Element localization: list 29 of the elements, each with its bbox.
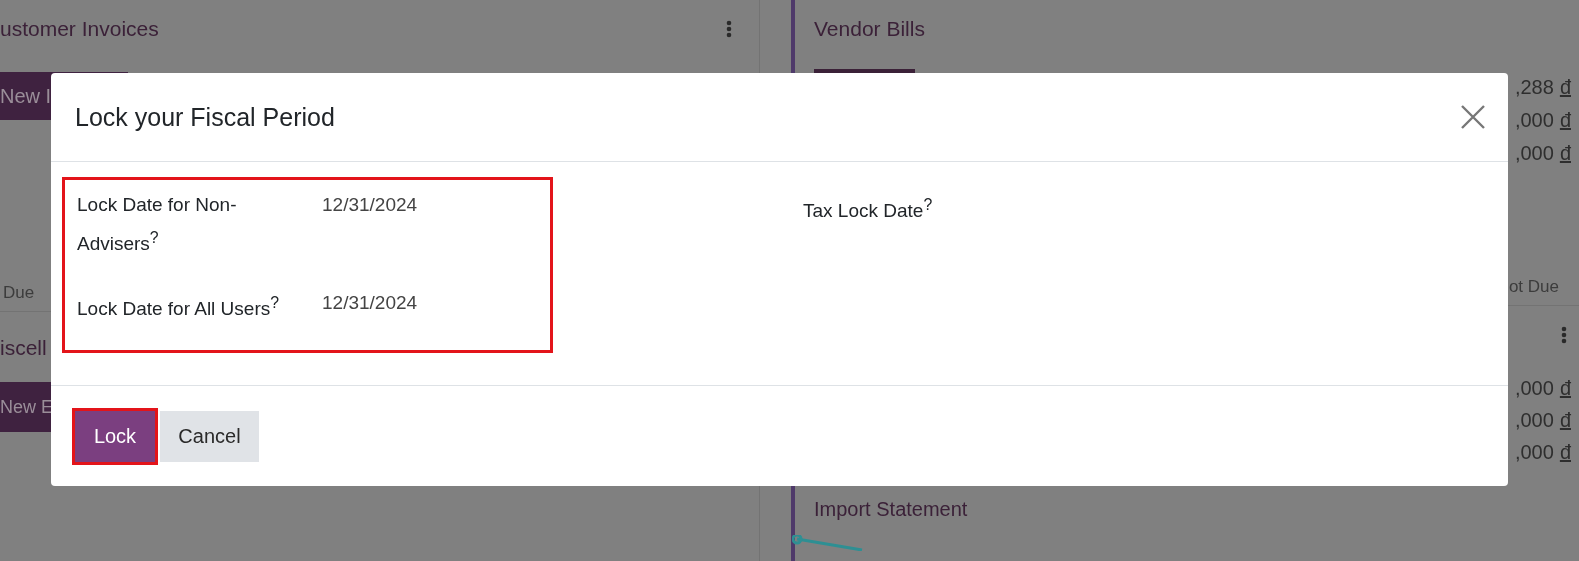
currency-link[interactable]: đ	[1559, 408, 1571, 432]
field-label: Tax Lock Date$^{?}$	[803, 195, 934, 224]
lock-button[interactable]: Lock	[75, 410, 155, 462]
cancel-button[interactable]: Cancel	[160, 410, 259, 462]
panel-title[interactable]: ustomer Invoices	[0, 16, 159, 41]
close-icon[interactable]	[1460, 104, 1486, 130]
panel-title[interactable]: Vendor Bills	[814, 16, 925, 41]
dialog-title: Lock your Fiscal Period	[75, 102, 335, 132]
amount: ,000	[1514, 376, 1554, 400]
kebab-menu-icon[interactable]	[1561, 326, 1567, 344]
date-field[interactable]: 12/31/2024	[322, 188, 418, 261]
amount: ,000	[1514, 142, 1554, 165]
kebab-menu-icon[interactable]	[726, 19, 732, 38]
import-statement-link[interactable]: Import Statement	[814, 498, 968, 521]
currency-link[interactable]: đ	[1559, 376, 1571, 400]
date-field[interactable]: 12/31/2024	[322, 286, 418, 326]
amount: ,288	[1514, 76, 1554, 99]
column-label: ot Due	[1508, 277, 1559, 297]
amount: ,000	[1514, 408, 1554, 432]
field-label: Lock Date for Non-Advisers$^{?}$	[77, 193, 238, 257]
amount: ,000	[1514, 109, 1554, 132]
currency-link[interactable]: đ	[1559, 142, 1571, 165]
currency-link[interactable]: đ	[1559, 440, 1571, 464]
column-label: Due	[3, 283, 35, 303]
panel-title[interactable]: iscell	[0, 336, 47, 360]
field-label: Lock Date for All Users$^{?}$	[77, 293, 281, 322]
currency-link[interactable]: đ	[1559, 109, 1571, 132]
currency-link[interactable]: đ	[1559, 76, 1571, 99]
amount: ,000	[1514, 440, 1554, 464]
